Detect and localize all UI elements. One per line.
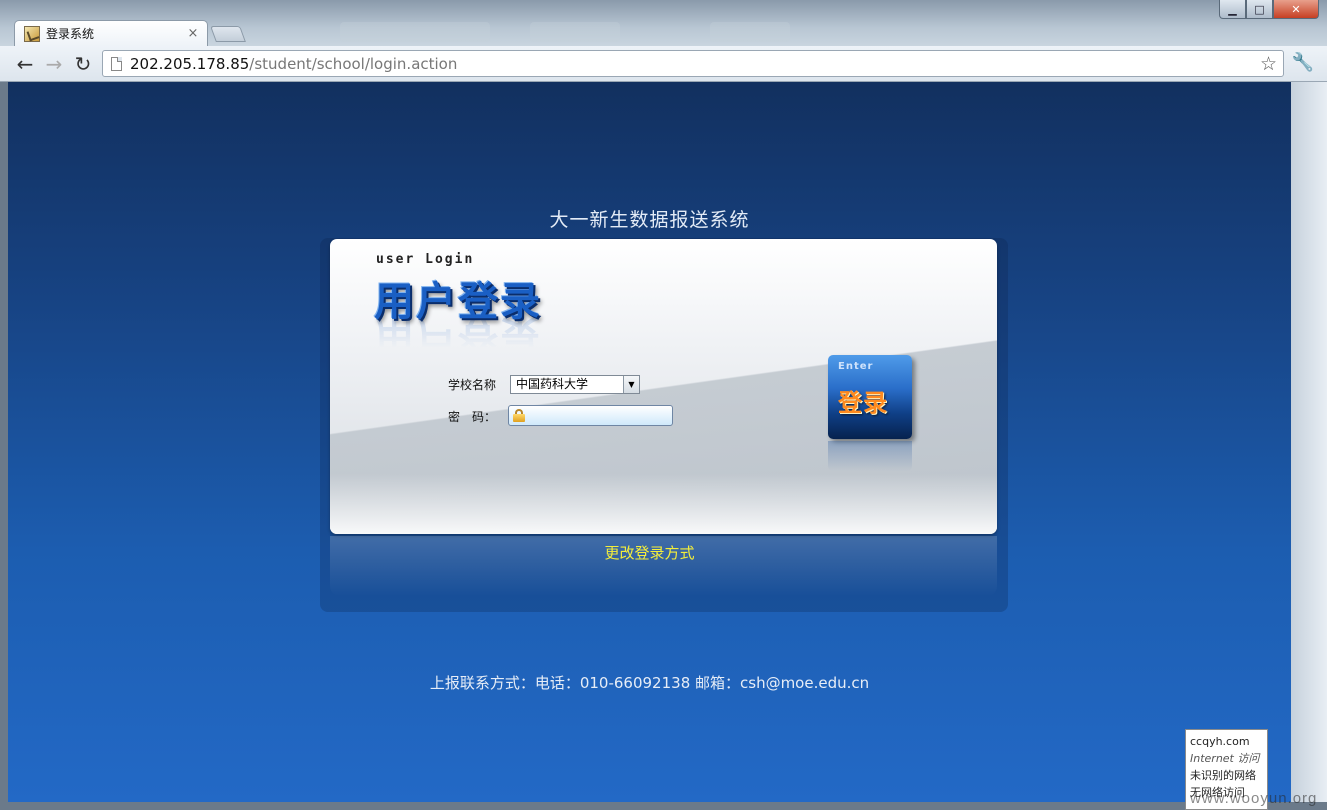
tray-network-name: ccqyh.com	[1190, 735, 1250, 748]
browser-tab-active[interactable]: 登录系统 ×	[14, 20, 208, 46]
password-input[interactable]	[508, 405, 673, 426]
enter-label-cn: 登录	[838, 389, 888, 417]
login-panel: user Login 用户登录 用户登录 学校名称 中国药科大学 ▼ 密 码： …	[330, 239, 997, 534]
chevron-down-icon[interactable]: ▼	[623, 376, 639, 393]
browser-titlebar: 登录系统 × ▁ □ ✕	[0, 0, 1327, 46]
window-controls: ▁ □ ✕	[1219, 0, 1319, 19]
close-tab-icon[interactable]: ×	[185, 26, 201, 41]
address-bar[interactable]: 202.205.178.85/student/school/login.acti…	[102, 50, 1284, 77]
contact-info: 上报联系方式：电话：010-66092138 邮箱：csh@moe.edu.cn	[429, 674, 870, 692]
enter-button-reflection	[828, 441, 912, 471]
page-viewport: 大一新生数据报送系统 user Login 用户登录 用户登录 学校名称 中国药…	[8, 82, 1291, 802]
reload-button[interactable]: ↻	[71, 52, 95, 76]
watermark: www.wooyun.org	[1190, 790, 1318, 807]
tray-unidentified-network: 未识别的网络	[1190, 769, 1256, 782]
tray-internet-status: Internet 访问	[1190, 752, 1260, 765]
new-tab-button[interactable]	[210, 26, 246, 42]
login-enter-button[interactable]: Enter 登录	[828, 355, 912, 439]
enter-label-en: Enter	[838, 361, 874, 372]
background-window-ghost	[260, 22, 1210, 42]
system-title: 大一新生数据报送系统	[549, 209, 750, 231]
forward-button[interactable]: →	[42, 52, 66, 76]
bookmark-star-icon[interactable]: ☆	[1260, 53, 1277, 75]
url-path: /student/school/login.action	[249, 54, 458, 73]
window-right-edge	[1291, 82, 1327, 802]
school-selected-value: 中国药科大学	[516, 377, 589, 391]
maximize-button[interactable]: □	[1246, 0, 1273, 19]
password-label: 密 码：	[448, 410, 497, 424]
wrench-icon[interactable]: 🔧	[1291, 52, 1315, 73]
school-label: 学校名称	[448, 378, 497, 392]
login-heading-en: user Login	[376, 252, 475, 267]
panel-gloss	[330, 474, 997, 534]
close-window-button[interactable]: ✕	[1273, 0, 1319, 19]
browser-toolbar: ← → ↻ 202.205.178.85/student/school/logi…	[0, 46, 1327, 82]
favicon-icon	[24, 25, 40, 42]
change-login-method-link[interactable]: 更改登录方式	[8, 542, 1291, 563]
login-heading-cn: 用户登录	[374, 279, 542, 325]
url-host: 202.205.178.85	[130, 54, 250, 73]
tab-title: 登录系统	[46, 27, 95, 41]
back-button[interactable]: ←	[13, 52, 37, 76]
minimize-button[interactable]: ▁	[1219, 0, 1246, 19]
page-icon	[111, 56, 122, 71]
school-select[interactable]: 中国药科大学 ▼	[510, 375, 640, 394]
